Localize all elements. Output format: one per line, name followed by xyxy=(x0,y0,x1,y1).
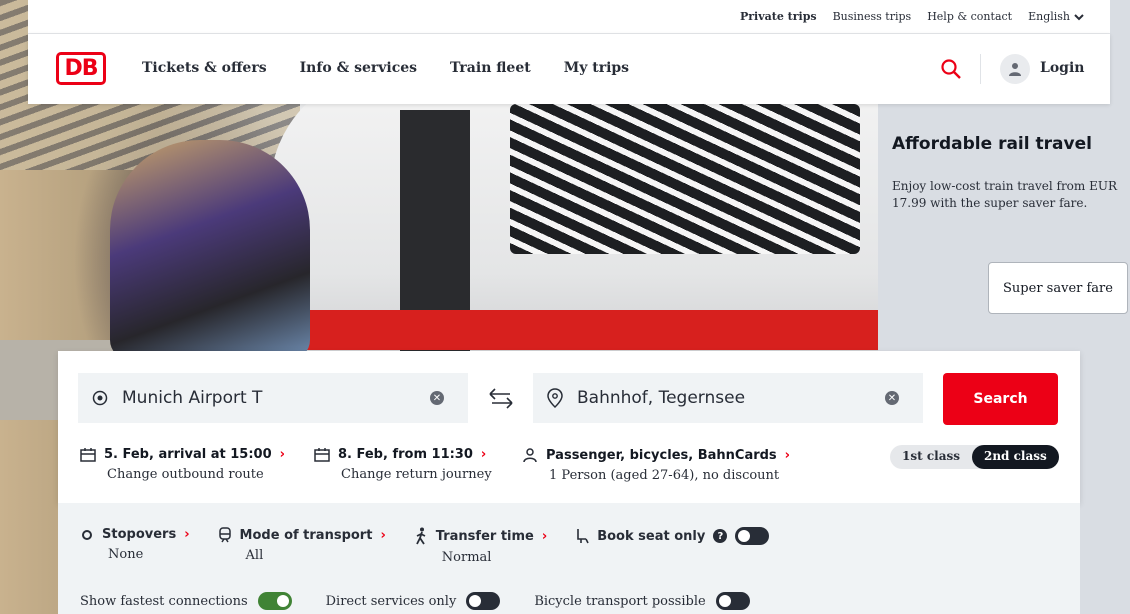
help-contact-link[interactable]: Help & contact xyxy=(927,10,1012,23)
options-panel: Stopovers › None Mode of transport › All… xyxy=(58,503,1080,614)
nav-info-services[interactable]: Info & services xyxy=(300,60,417,76)
stopovers-option[interactable]: Stopovers › None xyxy=(80,527,190,565)
passengers-sub: 1 Person (aged 27-64), no discount xyxy=(549,468,780,483)
private-trips-link[interactable]: Private trips xyxy=(740,10,817,23)
hero-train-window xyxy=(510,104,860,254)
stopovers-value: None xyxy=(108,547,144,562)
outbound-sub: Change outbound route xyxy=(107,467,264,482)
swap-icon[interactable] xyxy=(486,385,516,411)
business-trips-link[interactable]: Business trips xyxy=(833,10,912,23)
direct-toggle[interactable] xyxy=(466,592,501,610)
chevron-right-icon: › xyxy=(279,447,285,462)
user-avatar[interactable] xyxy=(1000,54,1030,84)
hero-people xyxy=(110,140,310,360)
language-select[interactable]: English xyxy=(1028,10,1084,23)
user-icon xyxy=(1009,63,1021,76)
main-header: DB Tickets & offers Info & services Trai… xyxy=(28,34,1110,104)
person-icon xyxy=(523,448,537,463)
first-class-option[interactable]: 1st class xyxy=(890,445,972,469)
return-sub: Change return journey xyxy=(341,467,492,482)
chevron-down-icon xyxy=(1074,13,1084,20)
outbound-label: 5. Feb, arrival at 15:00 xyxy=(104,447,272,462)
transfer-label: Transfer time xyxy=(435,528,534,544)
bicycle-toggle[interactable] xyxy=(715,592,750,610)
mode-option[interactable]: Mode of transport › All xyxy=(218,527,386,565)
from-value: Munich Airport T xyxy=(122,388,263,408)
to-field[interactable]: Bahnhof, Tegernsee ✕ xyxy=(533,373,923,423)
transfer-value: Normal xyxy=(441,550,492,565)
calendar-icon xyxy=(314,447,330,462)
stopover-icon xyxy=(82,529,92,540)
mode-label: Mode of transport xyxy=(239,527,373,543)
search-icon[interactable] xyxy=(940,58,962,80)
search-button[interactable]: Search xyxy=(943,373,1058,425)
mode-value: All xyxy=(245,548,264,563)
chevron-right-icon: › xyxy=(784,447,791,463)
passengers-option[interactable]: Passenger, bicycles, BahnCards › 1 Perso… xyxy=(522,447,790,483)
utility-bar: Private trips Business trips Help & cont… xyxy=(28,0,1110,34)
destination-pin-icon xyxy=(547,388,563,408)
promo-text: Enjoy low-cost train travel from EUR 17.… xyxy=(892,179,1117,210)
passengers-label: Passenger, bicycles, BahnCards xyxy=(546,447,777,463)
seat-icon xyxy=(577,529,589,544)
language-label: English xyxy=(1028,10,1070,23)
outbound-option[interactable]: 5. Feb, arrival at 15:00 › Change outbou… xyxy=(80,447,285,482)
main-nav: Tickets & offers Info & services Train f… xyxy=(142,60,629,76)
return-label: 8. Feb, from 11:30 xyxy=(338,447,473,462)
super-saver-button[interactable]: Super saver fare xyxy=(988,262,1128,314)
search-card: Munich Airport T ✕ Bahnhof, Tegernsee ✕ … xyxy=(58,351,1080,503)
clear-to-icon[interactable]: ✕ xyxy=(885,391,899,405)
from-field[interactable]: Munich Airport T ✕ xyxy=(78,373,468,423)
walking-icon xyxy=(415,527,426,545)
chevron-right-icon: › xyxy=(380,527,386,543)
to-value: Bahnhof, Tegernsee xyxy=(577,388,746,408)
hero-train-stripe xyxy=(300,310,878,350)
login-link[interactable]: Login xyxy=(1040,60,1084,76)
calendar-icon xyxy=(80,447,96,462)
class-switch: 1st class 2nd class xyxy=(890,445,1059,469)
origin-icon xyxy=(92,390,108,406)
promo-title: Affordable rail travel xyxy=(892,134,1092,154)
chevron-right-icon: › xyxy=(541,528,548,544)
seat-only-toggle[interactable] xyxy=(735,527,770,545)
fastest-label: Show fastest connections xyxy=(80,593,248,609)
chevron-right-icon: › xyxy=(184,527,190,542)
nav-my-trips[interactable]: My trips xyxy=(564,60,629,76)
bicycle-label: Bicycle transport possible xyxy=(534,593,706,609)
db-logo[interactable]: DB xyxy=(56,52,106,85)
stopovers-label: Stopovers xyxy=(102,527,177,542)
train-icon xyxy=(218,527,231,543)
second-class-option[interactable]: 2nd class xyxy=(971,445,1059,469)
transfer-option[interactable]: Transfer time › Normal xyxy=(414,527,547,565)
clear-from-icon[interactable]: ✕ xyxy=(430,391,444,405)
nav-tickets-offers[interactable]: Tickets & offers xyxy=(142,60,267,76)
seat-only-label: Book seat only xyxy=(597,528,706,544)
nav-train-fleet[interactable]: Train fleet xyxy=(450,60,531,76)
fastest-toggle[interactable] xyxy=(257,592,292,610)
direct-label: Direct services only xyxy=(325,593,457,609)
return-option[interactable]: 8. Feb, from 11:30 › Change return journ… xyxy=(314,447,492,482)
chevron-right-icon: › xyxy=(480,447,487,462)
help-icon[interactable]: ? xyxy=(713,529,728,543)
header-divider xyxy=(980,54,981,84)
seat-only-option: Book seat only ? xyxy=(575,527,770,565)
